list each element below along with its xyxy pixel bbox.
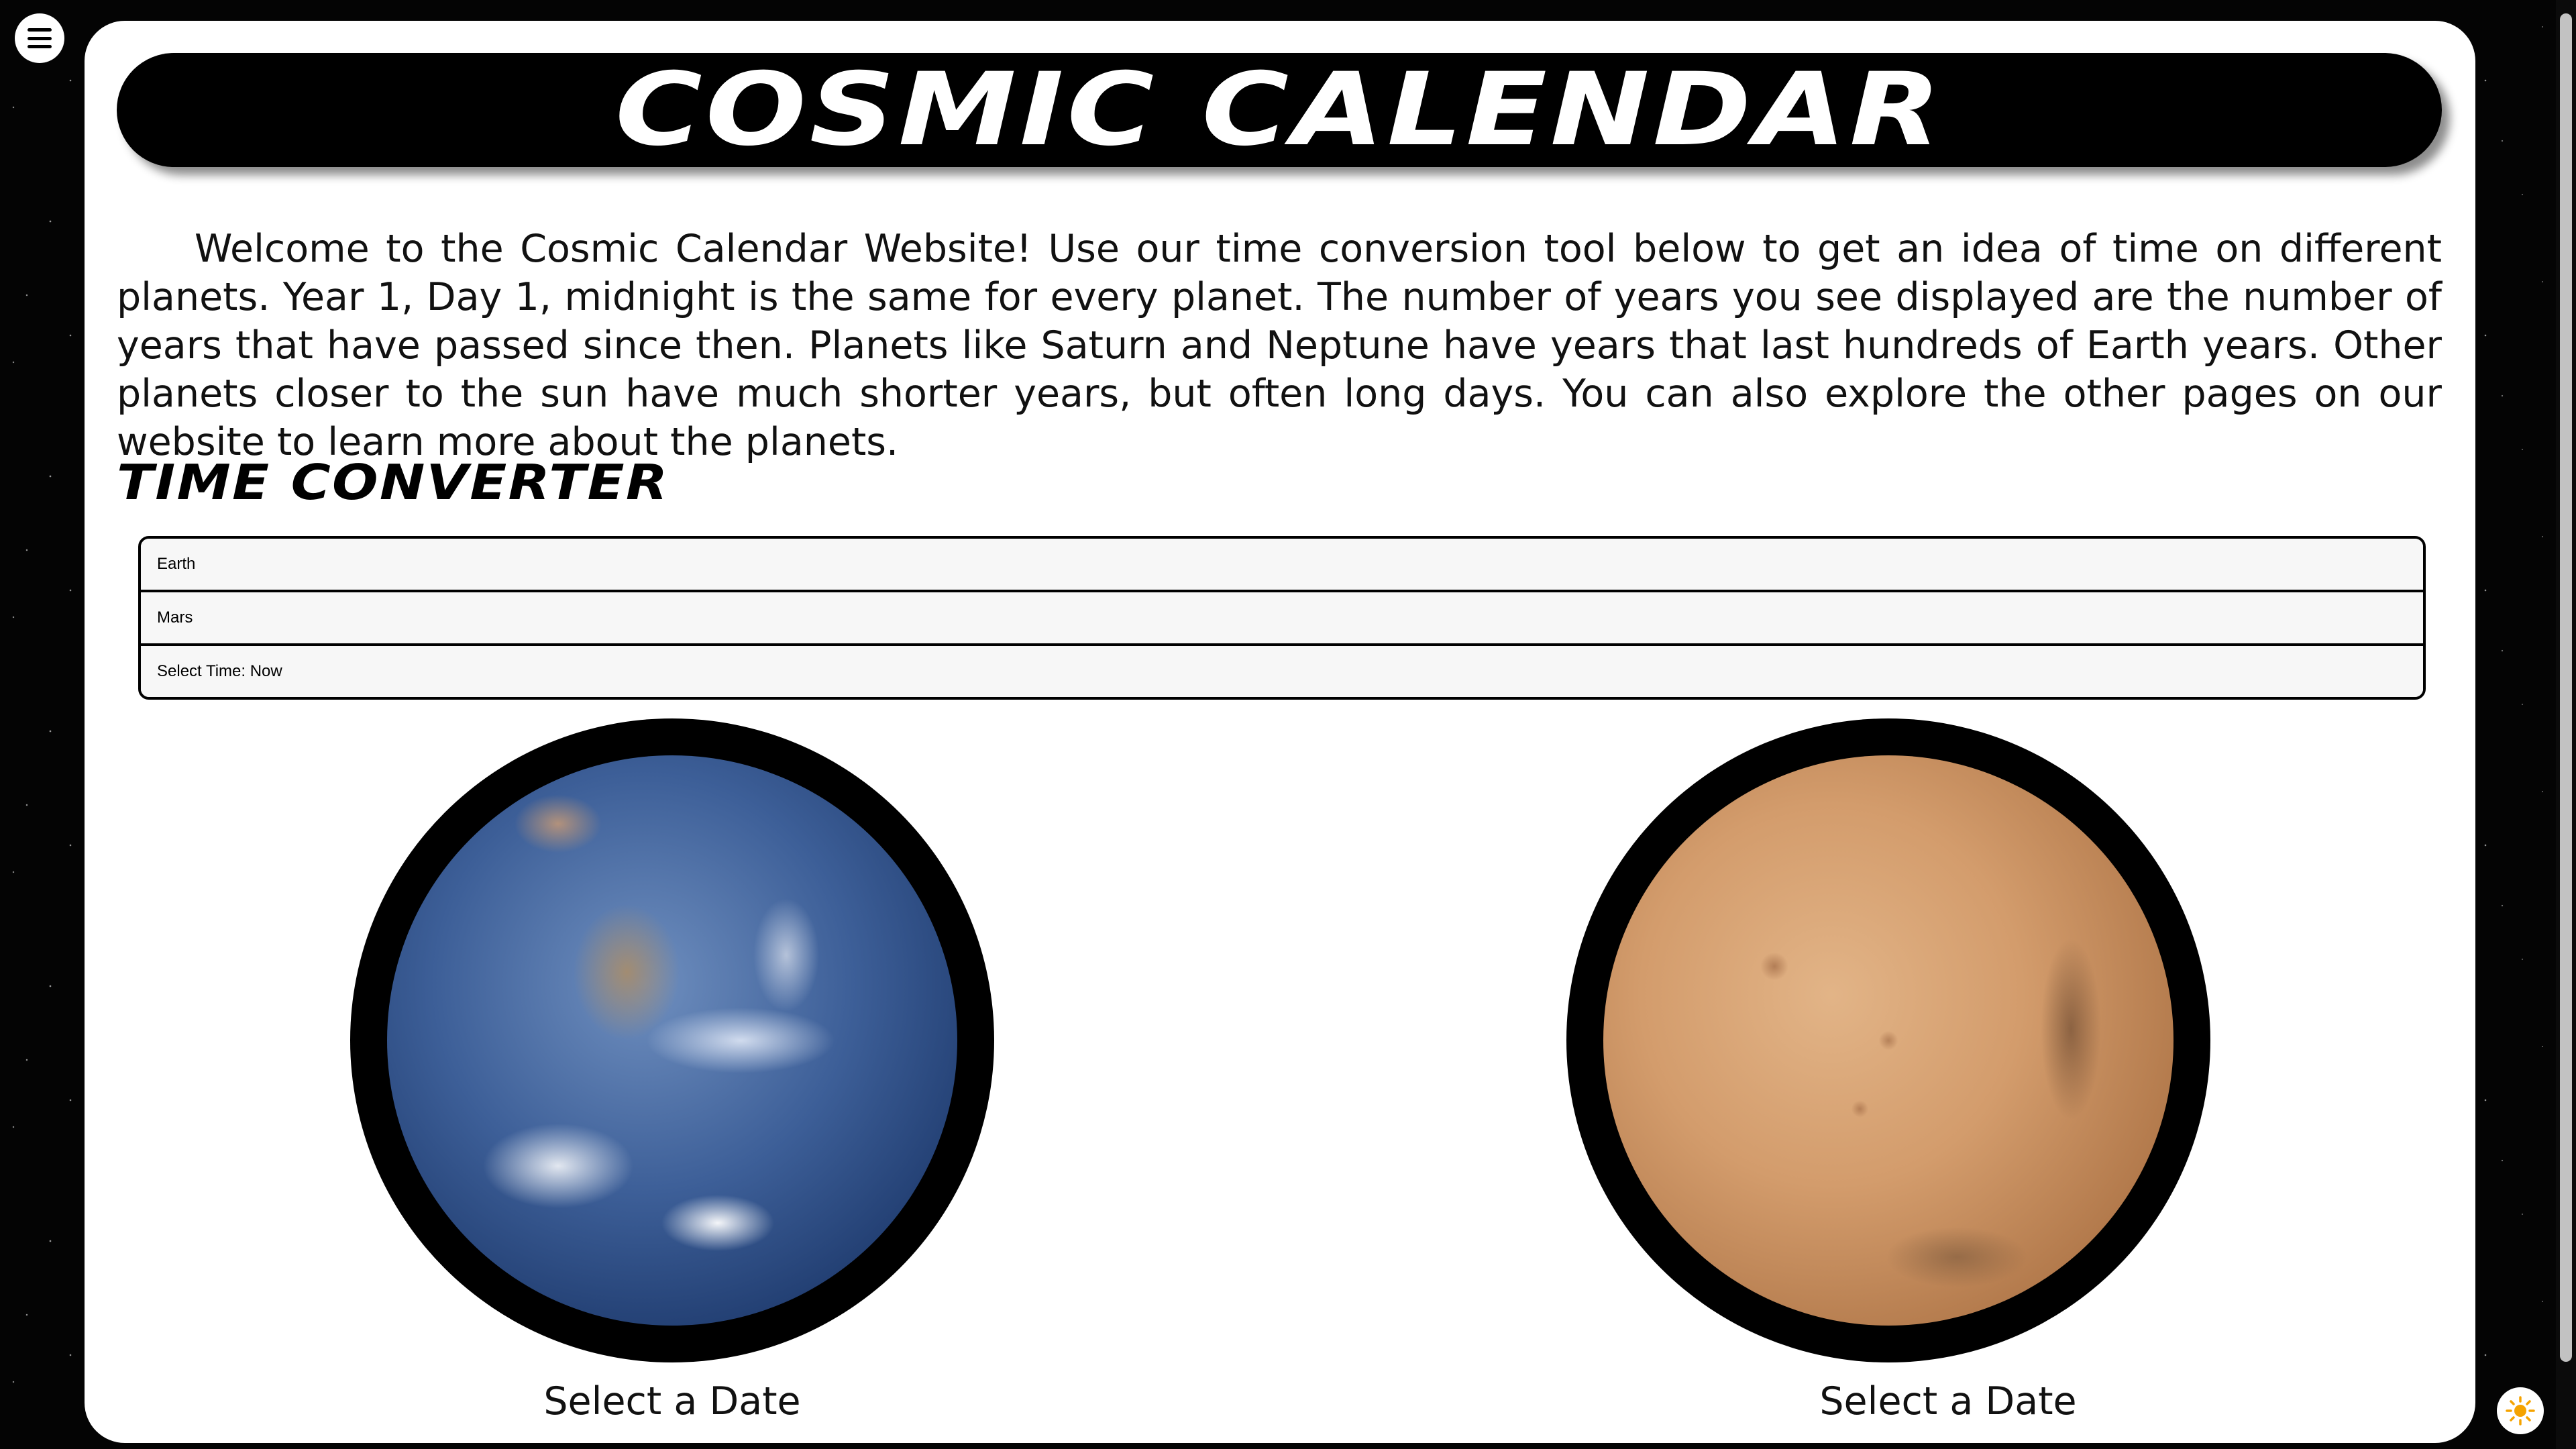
earth-planet-frame [350, 718, 994, 1362]
menu-button[interactable] [15, 13, 64, 63]
time-converter-heading: Time Converter [117, 454, 669, 511]
earth-date-caption: Select a Date [543, 1379, 801, 1424]
scrollbar[interactable] [2556, 0, 2576, 1449]
title-banner: Cosmic Calendar [117, 52, 2442, 168]
theme-toggle-button[interactable] [2497, 1387, 2544, 1434]
earth-planet-image [387, 755, 957, 1326]
main-content-card: Cosmic Calendar Welcome to the Cosmic Ca… [85, 21, 2475, 1443]
mars-planet-frame [1566, 718, 2210, 1362]
intro-paragraph: Welcome to the Cosmic Calendar Website! … [117, 227, 2442, 464]
time-select[interactable]: Select Time: Now [141, 643, 2423, 697]
mars-date-caption: Select a Date [1819, 1379, 2077, 1424]
time-converter-form: Earth Mars Select Time: Now [138, 536, 2426, 700]
page-title: Cosmic Calendar [614, 52, 1944, 168]
hamburger-menu-icon [28, 28, 52, 48]
scrollbar-thumb[interactable] [2560, 13, 2572, 1362]
planet-select-first[interactable]: Earth [141, 539, 2423, 590]
mars-planet-image [1603, 755, 2174, 1326]
planet-select-second[interactable]: Mars [141, 590, 2423, 643]
sun-icon [2506, 1396, 2535, 1426]
